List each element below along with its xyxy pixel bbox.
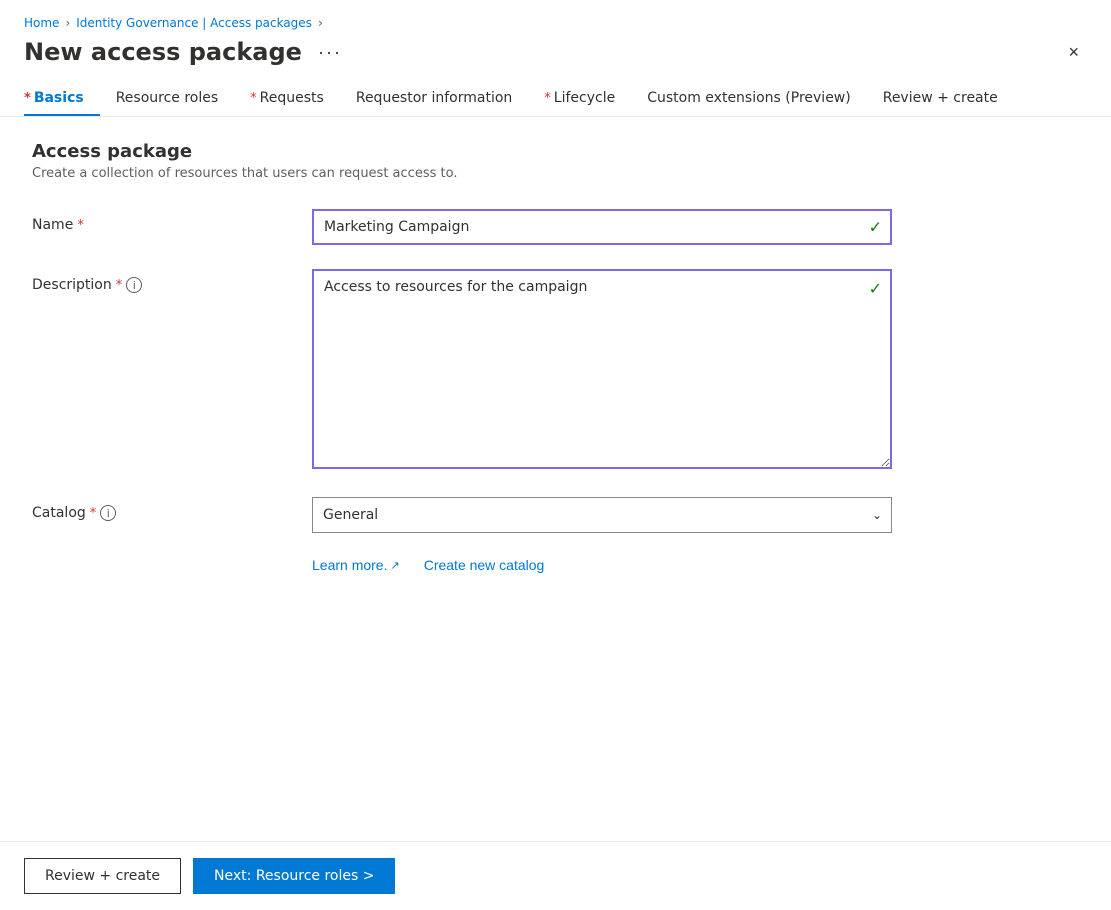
breadcrumb-home[interactable]: Home (24, 16, 59, 30)
external-link-icon: ↗ (390, 559, 399, 572)
name-field-wrapper: ✓ (312, 209, 892, 245)
review-create-button[interactable]: Review + create (24, 858, 181, 894)
tab-requests-required-star: * (250, 91, 257, 106)
name-input-wrapper: ✓ (312, 209, 892, 245)
tab-custom-extensions[interactable]: Custom extensions (Preview) (631, 82, 867, 116)
name-label-text: Name (32, 217, 73, 233)
catalog-select[interactable]: General Default Catalog Custom Catalog (312, 497, 892, 533)
catalog-label: Catalog * i (32, 497, 312, 521)
catalog-label-text: Catalog (32, 505, 86, 521)
description-textarea-wrapper: Access to resources for the campaign ✓ (312, 269, 892, 473)
ellipsis-button[interactable]: ··· (312, 40, 348, 65)
tab-review-create[interactable]: Review + create (867, 82, 1014, 116)
tabs-nav: * Basics Resource roles * Requests Reque… (24, 82, 1087, 116)
description-info-icon[interactable]: i (126, 277, 142, 293)
name-form-row: Name * ✓ (32, 209, 932, 245)
create-new-catalog-link[interactable]: Create new catalog (424, 557, 545, 573)
panel-footer: Review + create Next: Resource roles > (0, 841, 1111, 910)
tab-basics[interactable]: * Basics (24, 82, 100, 116)
learn-more-text: Learn more. (312, 557, 387, 573)
close-button[interactable]: × (1060, 39, 1087, 65)
tab-custom-extensions-label: Custom extensions (Preview) (647, 90, 851, 106)
description-label-text: Description (32, 277, 112, 293)
panel-body: Access package Create a collection of re… (0, 117, 1111, 841)
catalog-field-wrapper: General Default Catalog Custom Catalog ⌄ (312, 497, 892, 533)
tab-resource-roles[interactable]: Resource roles (100, 82, 234, 116)
name-input[interactable] (312, 209, 892, 245)
description-label: Description * i (32, 269, 312, 293)
breadcrumb-identity-governance[interactable]: Identity Governance | Access packages (76, 16, 312, 30)
tab-basics-required-star: * (24, 91, 31, 106)
description-checkmark-icon: ✓ (869, 279, 882, 298)
tab-lifecycle-required-star: * (544, 91, 551, 106)
links-row: Learn more. ↗ Create new catalog (312, 557, 1079, 573)
tab-review-create-label: Review + create (883, 90, 998, 106)
create-catalog-text: Create new catalog (424, 557, 545, 573)
catalog-select-wrapper: General Default Catalog Custom Catalog ⌄ (312, 497, 892, 533)
tab-resource-roles-label: Resource roles (116, 90, 218, 106)
page-title-row: New access package ··· × (24, 38, 1087, 66)
tab-requestor-info-label: Requestor information (356, 90, 512, 106)
name-required-star: * (77, 218, 84, 233)
tab-lifecycle-label: Lifecycle (554, 90, 615, 106)
tab-basics-label: Basics (34, 90, 84, 106)
next-resource-roles-button[interactable]: Next: Resource roles > (193, 858, 395, 894)
tab-requestor-info[interactable]: Requestor information (340, 82, 528, 116)
description-field-wrapper: Access to resources for the campaign ✓ (312, 269, 892, 473)
name-checkmark-icon: ✓ (869, 218, 882, 237)
breadcrumb-chevron-2: › (318, 16, 323, 30)
page-title: New access package (24, 38, 302, 66)
catalog-form-row: Catalog * i General Default Catalog Cust… (32, 497, 932, 533)
section-title: Access package (32, 141, 1079, 162)
description-required-star: * (116, 278, 123, 293)
name-label: Name * (32, 209, 312, 233)
panel-header: Home › Identity Governance | Access pack… (0, 0, 1111, 117)
new-access-package-panel: Home › Identity Governance | Access pack… (0, 0, 1111, 910)
breadcrumb: Home › Identity Governance | Access pack… (24, 16, 1087, 30)
description-textarea[interactable]: Access to resources for the campaign (312, 269, 892, 469)
page-title-left: New access package ··· (24, 38, 348, 66)
description-form-row: Description * i Access to resources for … (32, 269, 932, 473)
tab-requests[interactable]: * Requests (234, 82, 340, 116)
section-description: Create a collection of resources that us… (32, 166, 1079, 181)
tab-lifecycle[interactable]: * Lifecycle (528, 82, 631, 116)
learn-more-link[interactable]: Learn more. ↗ (312, 557, 400, 573)
breadcrumb-chevron-1: › (65, 16, 70, 30)
catalog-info-icon[interactable]: i (100, 505, 116, 521)
catalog-required-star: * (90, 506, 97, 521)
tab-requests-label: Requests (260, 90, 324, 106)
